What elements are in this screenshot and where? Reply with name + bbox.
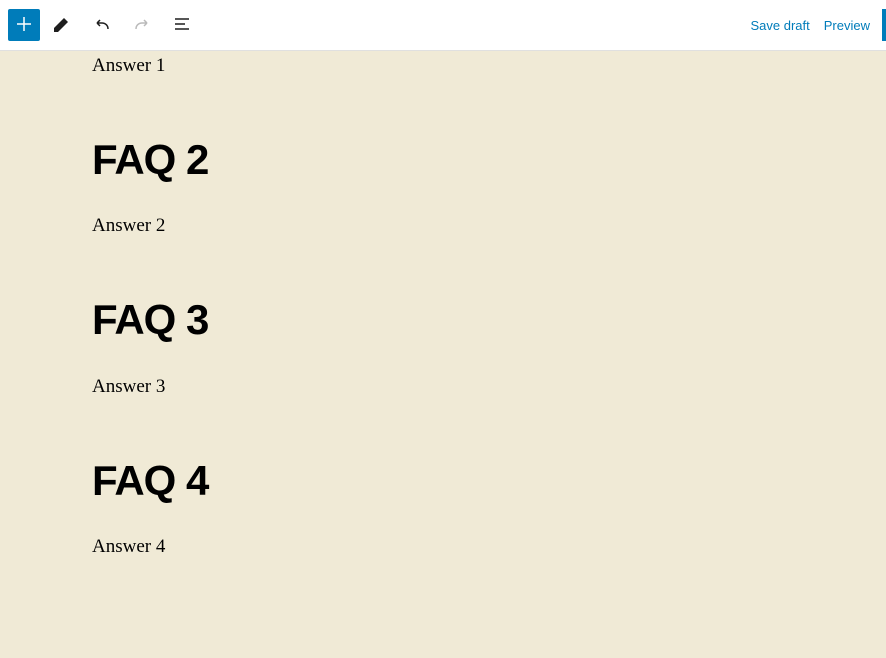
faq-answer[interactable]: Answer 2 [92, 215, 794, 237]
toolbar-right-group: Save draft Preview [750, 18, 878, 33]
post-content: FAQ 1 Answer 1 FAQ 2 Answer 2 FAQ 3 Answ… [0, 51, 886, 658]
faq-answer[interactable]: Answer 1 [92, 55, 794, 77]
editor-canvas[interactable]: FAQ 1 Answer 1 FAQ 2 Answer 2 FAQ 3 Answ… [0, 51, 886, 658]
edit-mode-button[interactable] [44, 7, 80, 43]
faq-heading[interactable]: FAQ 4 [92, 458, 794, 504]
toolbar-left-group [8, 7, 200, 43]
undo-icon [90, 12, 114, 39]
save-draft-button[interactable]: Save draft [750, 18, 809, 33]
faq-answer[interactable]: Answer 4 [92, 536, 794, 558]
document-outline-button[interactable] [164, 7, 200, 43]
faq-heading[interactable]: FAQ 3 [92, 297, 794, 343]
add-block-button[interactable] [8, 9, 40, 41]
undo-button[interactable] [84, 7, 120, 43]
redo-button [124, 7, 160, 43]
faq-heading[interactable]: FAQ 2 [92, 137, 794, 183]
pencil-icon [50, 12, 74, 39]
redo-icon [130, 12, 154, 39]
faq-answer[interactable]: Answer 3 [92, 376, 794, 398]
plus-icon [12, 12, 36, 39]
publish-button-edge[interactable] [882, 9, 886, 41]
editor-toolbar: Save draft Preview [0, 0, 886, 51]
preview-button[interactable]: Preview [824, 18, 870, 33]
list-icon [170, 12, 194, 39]
